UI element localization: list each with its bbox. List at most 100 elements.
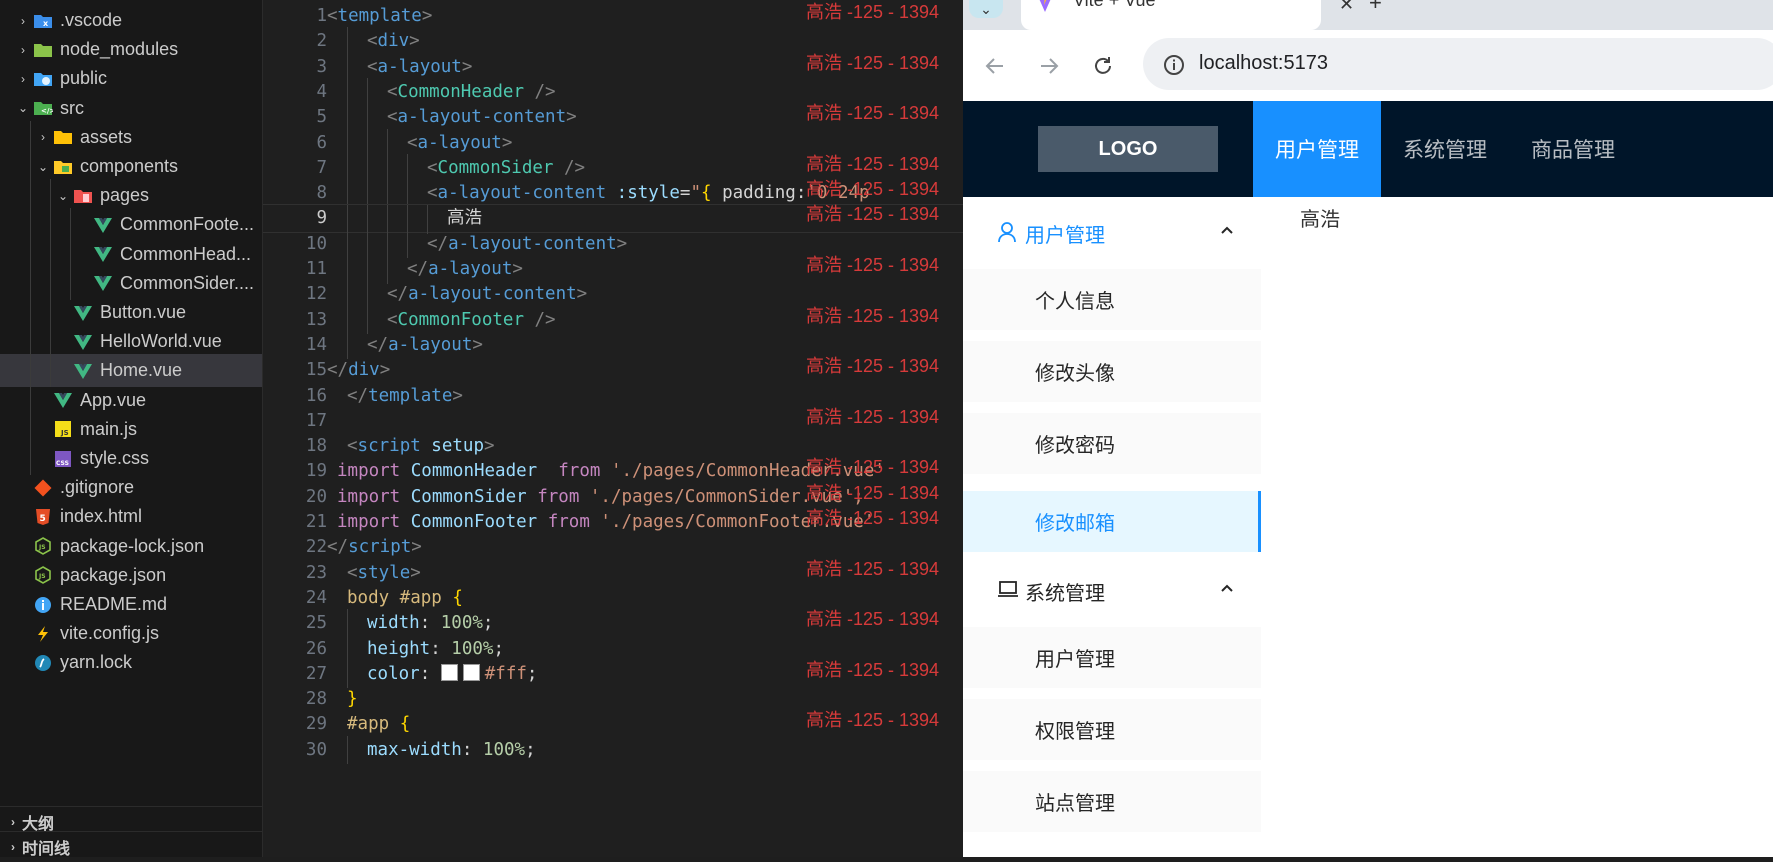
close-tab-icon[interactable]: ✕ — [1339, 0, 1354, 15]
line-number: 8 — [316, 183, 327, 204]
explorer-item[interactable]: Button.vue — [0, 296, 262, 329]
explorer-item-label: src — [60, 97, 84, 118]
explorer-item[interactable]: CommonHead... — [0, 237, 262, 271]
code-line[interactable]: 17 高浩 -125 - 1394 — [263, 407, 963, 436]
url-text[interactable]: localhost:5173 — [1199, 52, 1328, 75]
indent-guide — [387, 153, 388, 183]
folder-chevron-icon[interactable]: ⌄ — [54, 189, 72, 203]
site-info-icon[interactable] — [1163, 54, 1185, 76]
chevron-up-icon — [1221, 584, 1233, 592]
watermark-text: 高浩 -125 - 1394 — [806, 710, 940, 731]
code-line[interactable]: 21 import CommonFooter from './pages/Comm… — [263, 508, 963, 537]
code-line[interactable]: 25 width: 100%; 高浩 -125 - 1394 — [263, 609, 963, 638]
explorer-item[interactable]: HelloWorld.vue — [0, 325, 262, 359]
code-token: import — [337, 486, 411, 507]
indent-guide — [347, 659, 348, 689]
code-editor[interactable]: 1 <template> 高浩 -125 - 1394 2 <div> 3 <a-layou… — [263, 0, 963, 857]
indent-guide — [367, 305, 368, 335]
menu-item-sites[interactable]: 站点管理 — [963, 771, 1261, 832]
code-line[interactable]: 13 <CommonFooter /> 高浩 -125 - 1394 — [263, 305, 963, 335]
code-line[interactable]: 3 <a-layout> 高浩 -125 - 1394 — [263, 52, 963, 82]
code-line[interactable]: 23 <style> 高浩 -125 - 1394 — [263, 559, 963, 588]
folder-chevron-icon[interactable]: ⌄ — [14, 101, 32, 115]
reload-icon[interactable] — [1083, 46, 1123, 86]
code-line[interactable]: 15 </div> 高浩 -125 - 1394 — [263, 356, 963, 385]
folder-chevron-icon[interactable]: ⌄ — [34, 160, 52, 174]
menu-item-profile[interactable]: 个人信息 — [963, 269, 1261, 330]
line-number: 9 — [316, 208, 327, 229]
line-number: 18 — [305, 436, 327, 457]
folder-chevron-icon[interactable]: › — [34, 130, 52, 144]
new-tab-button[interactable]: + — [1369, 0, 1382, 16]
code-line[interactable]: 9 高浩 高浩 -125 - 1394 — [263, 204, 963, 234]
folder-chevron-icon[interactable]: › — [14, 14, 32, 28]
explorer-item[interactable]: CommonFoote... — [0, 208, 262, 242]
top-nav-product-management[interactable]: 商品管理 — [1509, 101, 1637, 197]
code-token: ; — [525, 739, 536, 760]
explorer-item[interactable]: ⌄ components — [0, 150, 262, 183]
explorer-item[interactable]: vite.config.js — [0, 617, 262, 650]
explorer-item[interactable]: › node_modules — [0, 33, 262, 66]
back-arrow-icon[interactable] — [975, 46, 1015, 86]
indent-guide — [50, 354, 51, 388]
menu-item-label: 修改密码 — [1035, 435, 1115, 457]
menu-item-permissions[interactable]: 权限管理 — [963, 699, 1261, 760]
explorer-item[interactable]: ⌄ </> src — [0, 92, 262, 125]
explorer-item[interactable]: › public — [0, 62, 262, 95]
watermark-text: 高浩 -125 - 1394 — [806, 482, 940, 503]
forward-arrow-icon[interactable] — [1029, 46, 1069, 86]
browser-tab[interactable] — [1021, 0, 1321, 30]
explorer-item[interactable]: JS main.js — [0, 412, 262, 446]
menu-item-password[interactable]: 修改密码 — [963, 413, 1261, 474]
section-timeline[interactable]: › 时间线 — [0, 831, 262, 862]
folder-chevron-icon[interactable]: › — [14, 72, 32, 86]
code-line[interactable]: 1 <template> 高浩 -125 - 1394 — [263, 2, 963, 31]
code-token: > — [421, 6, 433, 26]
menu-item-email[interactable]: 修改邮箱 — [963, 491, 1261, 552]
explorer-item[interactable]: README.md — [0, 588, 262, 621]
menu-item-avatar[interactable]: 修改头像 — [963, 341, 1261, 402]
code-token: </ — [327, 537, 349, 558]
submenu-user-management[interactable]: 用户管理 — [963, 197, 1261, 269]
components-folder-icon — [52, 158, 74, 176]
menu-item-label: 修改邮箱 — [1035, 513, 1115, 535]
vite-file-icon — [32, 625, 54, 643]
explorer-item[interactable]: CSS style.css — [0, 442, 262, 475]
explorer-item[interactable]: yarn.lock — [0, 646, 262, 679]
explorer-item[interactable]: .gitignore — [0, 471, 262, 504]
submenu-system-management[interactable]: 系统管理 — [963, 555, 1261, 627]
code-line[interactable]: 5 <a-layout-content> 高浩 -125 - 1394 — [263, 103, 963, 132]
explorer-item[interactable]: CommonSider.... — [0, 266, 262, 300]
explorer-item[interactable]: › x .vscode — [0, 4, 262, 37]
explorer-item[interactable]: ⌄ pages — [0, 179, 262, 213]
indent-guide — [50, 179, 51, 213]
code-line[interactable]: 30 max-width: 100%; — [263, 735, 963, 765]
top-nav-system-management[interactable]: 系统管理 — [1381, 101, 1509, 197]
color-swatch[interactable] — [462, 663, 480, 681]
code-token: import — [337, 512, 411, 532]
tab-search-button[interactable]: ⌄ — [969, 0, 1003, 18]
menu-item-users[interactable]: 用户管理 — [963, 627, 1261, 688]
folder-chevron-icon[interactable]: › — [14, 43, 32, 57]
vue-file-icon — [72, 333, 94, 351]
code-line[interactable]: 27 color: #fff; 高浩 -125 - 1394 — [263, 659, 963, 689]
code-line[interactable]: 29 #app {高浩 -125 - 1394 — [263, 710, 963, 739]
color-swatch[interactable] — [440, 663, 458, 681]
code-token: CommonHeader — [410, 461, 538, 482]
line-number: 12 — [305, 284, 327, 305]
indent-guide — [347, 179, 348, 208]
explorer-item[interactable]: 5 index.html — [0, 500, 262, 533]
explorer-item[interactable]: › assets — [0, 120, 262, 154]
explorer-item[interactable]: App.vue — [0, 383, 262, 417]
indent-guide — [30, 325, 31, 359]
code-text: </div> — [327, 356, 390, 385]
explorer-item-label: package.json — [60, 564, 167, 585]
svg-text:JS: JS — [60, 429, 69, 437]
explorer-item[interactable]: JS package.json — [0, 559, 262, 592]
code-token: > — [472, 334, 483, 355]
top-nav-user-management[interactable]: 用户管理 — [1253, 101, 1381, 197]
explorer-item[interactable]: Home.vue — [0, 354, 262, 388]
code-line[interactable]: 11 </a-layout> 高浩 -125 - 1394 — [263, 255, 963, 284]
explorer-item[interactable]: JS package-lock.json — [0, 530, 262, 563]
menu-item-label: 权限管理 — [1035, 721, 1115, 743]
